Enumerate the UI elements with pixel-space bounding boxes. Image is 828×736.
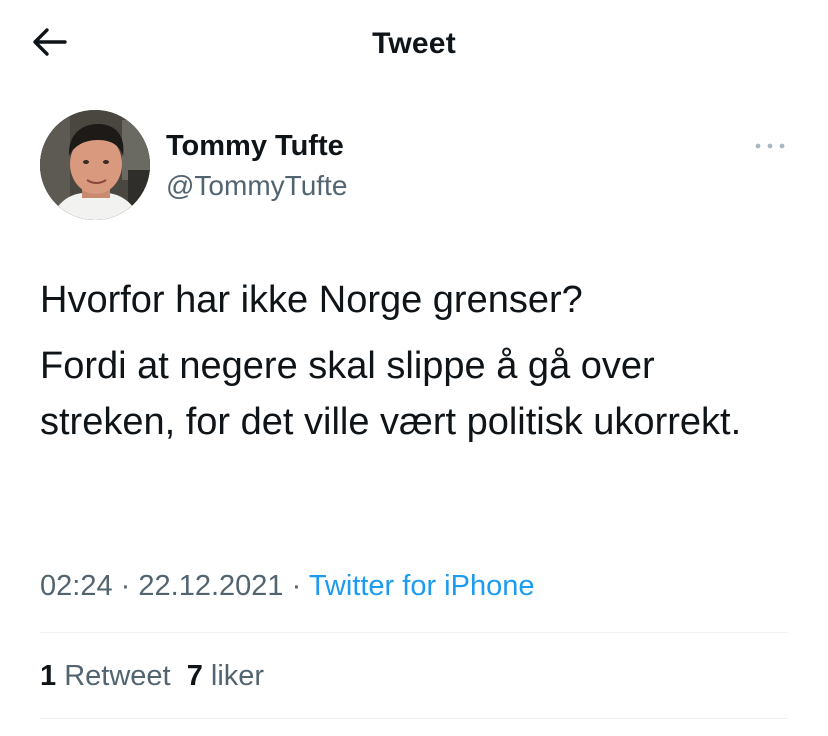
retweets-count: 1: [40, 660, 57, 692]
likes-count: 7: [186, 660, 203, 692]
retweets-label: Retweet: [64, 660, 171, 692]
likes-stat[interactable]: 7 liker: [187, 660, 264, 692]
author-handle[interactable]: @TommyTufte: [166, 168, 347, 204]
tweet-paragraph: Fordi at negere skal slippe å gå over st…: [40, 345, 742, 443]
tweet-page: Tweet Tommy Tufte @TommyTufte Hvorfor ha…: [0, 0, 828, 736]
avatar-photo: [40, 110, 150, 220]
tweet-meta: 02:24 · 22.12.2021 · Twitter for iPhone: [40, 566, 534, 606]
tweet-date[interactable]: 22.12.2021: [138, 570, 283, 602]
tweet-text: Hvorfor har ikke Norge grenser? Fordi at…: [40, 272, 800, 460]
tweet-source-link[interactable]: Twitter for iPhone: [309, 570, 535, 602]
avatar[interactable]: [40, 110, 150, 220]
retweets-stat[interactable]: 1 Retweet: [40, 660, 171, 692]
divider: [40, 632, 788, 633]
author-name[interactable]: Tommy Tufte: [166, 128, 344, 164]
more-horizontal-icon: [755, 143, 785, 149]
more-button[interactable]: [750, 134, 790, 158]
meta-separator: ·: [120, 570, 131, 602]
tweet-stats: 1 Retweet 7 liker: [40, 656, 264, 696]
tweet-paragraph: Hvorfor har ikke Norge grenser?: [40, 279, 583, 321]
tweet-time[interactable]: 02:24: [40, 570, 113, 602]
divider: [40, 718, 788, 719]
page-title: Tweet: [372, 27, 456, 60]
meta-separator: ·: [291, 570, 302, 602]
likes-label: liker: [210, 660, 265, 692]
top-bar: Tweet: [0, 0, 828, 88]
